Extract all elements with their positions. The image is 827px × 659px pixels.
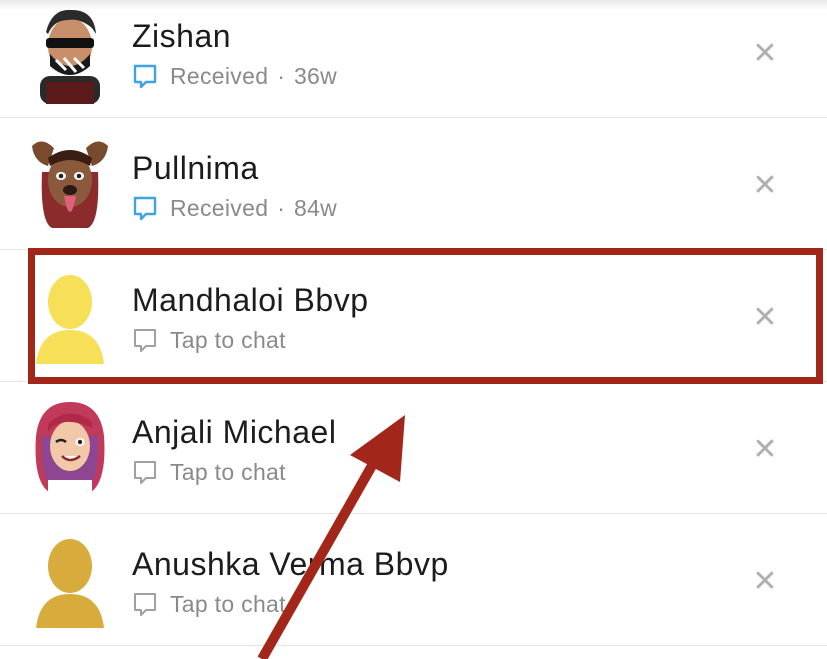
remove-friend-button[interactable]: ✕: [750, 565, 780, 598]
separator-dot: ·: [277, 194, 285, 221]
silhouette-avatar-icon[interactable]: [22, 264, 118, 364]
friend-row[interactable]: Mandhaloi Bbvp Tap to chat ✕: [0, 250, 827, 382]
friend-age: 84w: [293, 194, 338, 221]
friend-status-line: Received · 84w: [132, 194, 337, 222]
bitmoji-avatar-icon[interactable]: [22, 4, 118, 104]
friend-row[interactable]: Pullnima Received · 84w ✕: [0, 118, 827, 250]
chat-empty-icon: [134, 329, 156, 352]
friend-name: Anjali Michael: [132, 414, 337, 450]
remove-friend-button[interactable]: ✕: [750, 37, 780, 70]
friend-row[interactable]: Anjali Michael Tap to chat ✕: [0, 382, 827, 514]
bitmoji-avatar-icon[interactable]: [22, 396, 118, 496]
remove-friend-button[interactable]: ✕: [750, 301, 780, 334]
remove-friend-button[interactable]: ✕: [750, 433, 780, 466]
friend-status-line: Tap to chat: [132, 458, 286, 486]
friend-status: Tap to chat: [170, 590, 286, 617]
chat-received-icon: [133, 196, 157, 221]
friend-name: Mandhaloi Bbvp: [132, 282, 369, 318]
chat-empty-icon: [134, 461, 156, 484]
chat-received-icon: [133, 64, 157, 89]
friend-status: Tap to chat: [170, 458, 286, 485]
friend-age: 36w: [293, 62, 338, 89]
friend-row[interactable]: Anushka Verma Bbvp Tap to chat ✕: [0, 514, 827, 646]
friend-status-line: Tap to chat: [132, 326, 286, 354]
friend-status: Tap to chat: [170, 326, 286, 353]
separator-dot: ·: [277, 62, 285, 89]
friend-status: Received: [170, 62, 269, 89]
remove-friend-button[interactable]: ✕: [750, 169, 780, 202]
friend-row[interactable]: Zishan Received · 36w ✕: [0, 0, 827, 118]
friend-status-line: Tap to chat: [132, 590, 286, 618]
chat-empty-icon: [134, 593, 156, 616]
friend-status: Received: [170, 194, 269, 221]
silhouette-avatar-icon[interactable]: [22, 528, 118, 628]
bitmoji-avatar-icon[interactable]: [22, 132, 118, 232]
friend-name: Anushka Verma Bbvp: [132, 546, 449, 582]
friend-name: Pullnima: [132, 150, 259, 186]
friend-status-line: Received · 36w: [132, 62, 337, 90]
friend-name: Zishan: [132, 18, 232, 54]
